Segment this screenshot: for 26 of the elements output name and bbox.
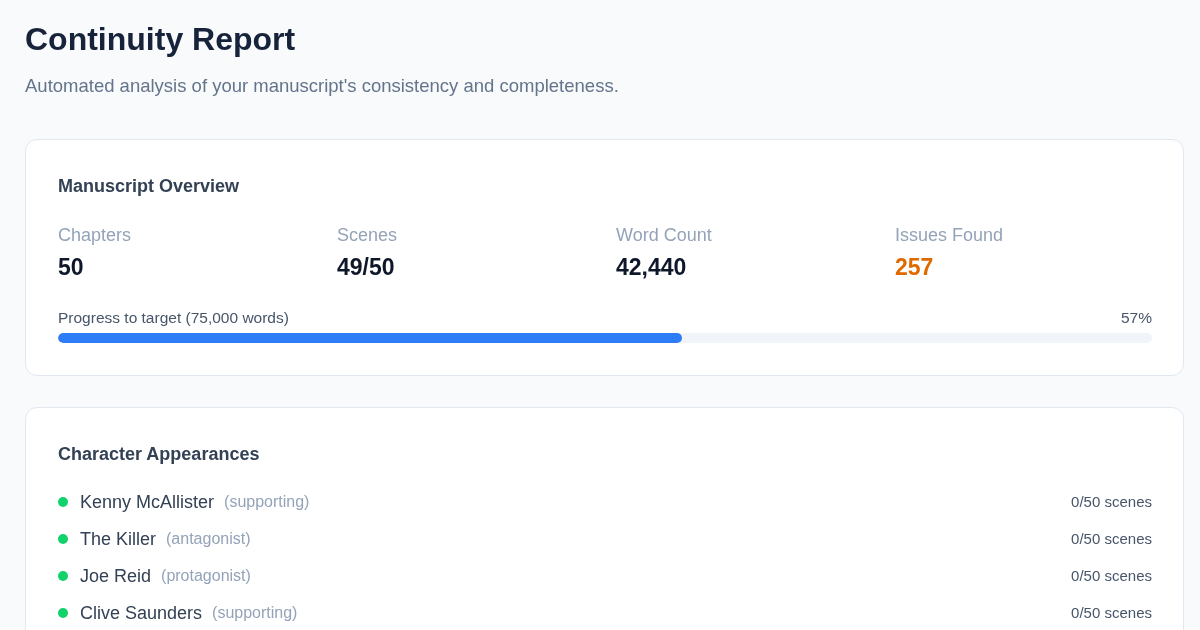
stat-value: 50 xyxy=(58,253,84,282)
character-name: Joe Reid xyxy=(80,565,152,588)
progress-label: Progress to target (75,000 words) xyxy=(58,308,289,328)
character-role: (supporting) xyxy=(212,603,298,623)
character-name: The Killer xyxy=(80,528,157,551)
stat-value: 42,440 xyxy=(616,253,687,282)
page-subtitle: Automated analysis of your manuscript's consistency and completeness. xyxy=(25,74,620,98)
character-role: (protagonist) xyxy=(161,566,251,586)
card-title: Manuscript Overview xyxy=(58,175,241,198)
stat-label: Word Count xyxy=(616,224,712,247)
scene-count: 0/50 scenes xyxy=(1071,603,1152,623)
scene-count: 0/50 scenes xyxy=(1071,492,1152,512)
stat-label: Scenes xyxy=(337,224,398,247)
character-name: Clive Saunders xyxy=(80,602,203,625)
card-title: Character Appearances xyxy=(58,443,261,466)
character-name: Kenny McAllister xyxy=(80,491,215,514)
character-role: (antagonist) xyxy=(166,529,251,549)
stat-value: 49/50 xyxy=(337,253,395,282)
stat-label: Chapters xyxy=(58,224,132,247)
page-title: Continuity Report xyxy=(25,20,297,58)
progress-percent: 57% xyxy=(1120,308,1152,328)
scene-count: 0/50 scenes xyxy=(1071,529,1152,549)
stat-label: Issues Found xyxy=(895,224,1004,247)
scene-count: 0/50 scenes xyxy=(1071,566,1152,586)
stat-value: 257 xyxy=(895,253,934,282)
character-role: (supporting) xyxy=(224,492,310,512)
